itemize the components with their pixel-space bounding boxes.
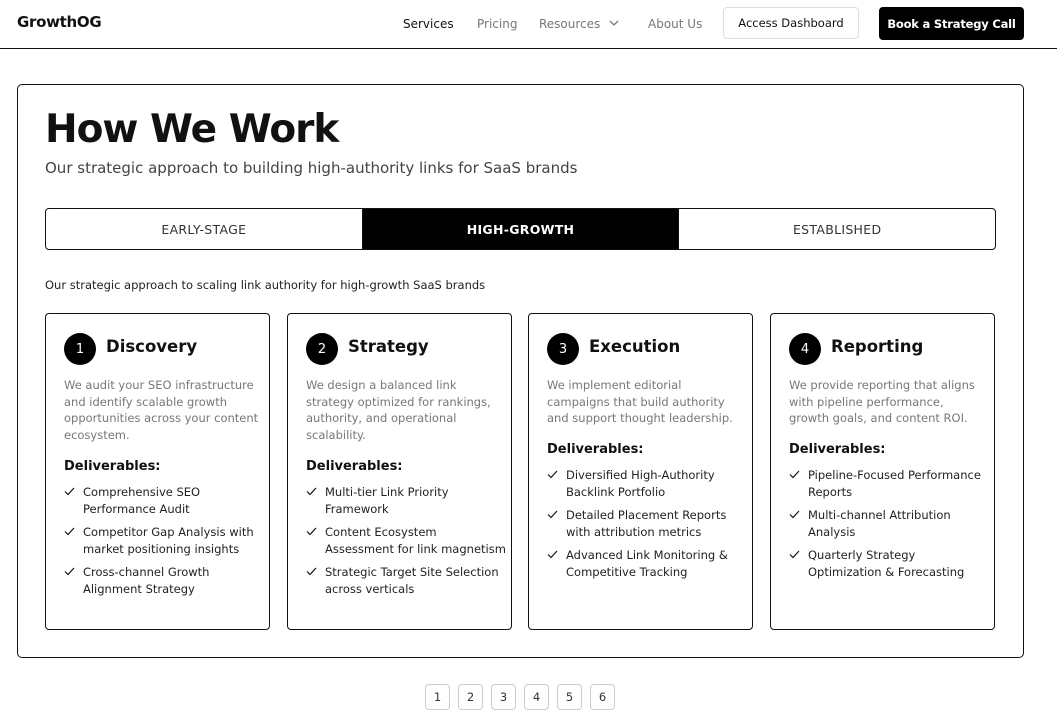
- deliverable-item: Strategic Target Site Selection across v…: [306, 564, 506, 597]
- step-title: Discovery: [106, 337, 198, 356]
- step-title: Reporting: [831, 337, 924, 356]
- deliverable-item: Diversified High-Authority Backlink Port…: [547, 467, 747, 500]
- step-number: 2: [306, 333, 338, 365]
- deliverables-list: Pipeline-Focused Performance Reports Mul…: [789, 467, 989, 587]
- nav-pricing[interactable]: Pricing: [477, 17, 517, 31]
- deliverables-label: Deliverables:: [789, 442, 886, 457]
- deliverables-list: Diversified High-Authority Backlink Port…: [547, 467, 747, 587]
- step-description: We audit your SEO infrastructure and ide…: [64, 378, 259, 442]
- deliverables-label: Deliverables:: [306, 459, 403, 474]
- step-number: 4: [789, 333, 821, 365]
- checkmark-icon: [306, 567, 317, 576]
- tab-description: Our strategic approach to scaling link a…: [45, 278, 486, 292]
- deliverable-item: Competitor Gap Analysis with market posi…: [64, 524, 264, 557]
- step-number: 3: [547, 333, 579, 365]
- deliverable-item: Advanced Link Monitoring & Competitive T…: [547, 547, 747, 580]
- deliverable-item: Content Ecosystem Assessment for link ma…: [306, 524, 506, 557]
- tab-early-stage[interactable]: EARLY-STAGE: [46, 209, 362, 249]
- deliverable-text: Comprehensive SEO Performance Audit: [83, 485, 201, 516]
- tab-established[interactable]: ESTABLISHED: [678, 209, 995, 249]
- top-nav: GrowthOG Services Pricing Resources Abou…: [0, 0, 1057, 49]
- checkmark-icon: [64, 487, 75, 496]
- deliverable-text: Multi-tier Link Priority Framework: [325, 485, 449, 516]
- deliverable-text: Quarterly Strategy Optimization & Foreca…: [808, 548, 965, 579]
- checkmark-icon: [789, 470, 800, 479]
- access-dashboard-button[interactable]: Access Dashboard: [723, 7, 859, 39]
- deliverable-text: Strategic Target Site Selection across v…: [325, 565, 499, 596]
- step-card-strategy: 2 Strategy We design a balanced link str…: [287, 313, 512, 630]
- deliverable-text: Detailed Placement Reports with attribut…: [566, 508, 727, 539]
- checkmark-icon: [64, 567, 75, 576]
- deliverable-text: Cross-channel Growth Alignment Strategy: [83, 565, 210, 596]
- deliverable-text: Competitor Gap Analysis with market posi…: [83, 525, 254, 556]
- deliverable-item: Detailed Placement Reports with attribut…: [547, 507, 747, 540]
- checkmark-icon: [547, 550, 558, 559]
- step-description: We design a balanced link strategy optim…: [306, 378, 491, 442]
- nav-resources[interactable]: Resources: [539, 17, 600, 31]
- step-card-execution: 3 Execution We implement editorial campa…: [528, 313, 753, 630]
- pagination: 1 2 3 4 5 6: [425, 684, 615, 710]
- deliverable-item: Quarterly Strategy Optimization & Foreca…: [789, 547, 989, 580]
- checkmark-icon: [64, 527, 75, 536]
- deliverable-text: Multi-channel Attribution Analysis: [808, 508, 951, 539]
- deliverables-list: Comprehensive SEO Performance Audit Comp…: [64, 484, 264, 604]
- checkmark-icon: [789, 550, 800, 559]
- step-description: We implement editorial campaigns that bu…: [547, 378, 733, 425]
- page-button-5[interactable]: 5: [557, 684, 582, 710]
- deliverables-list: Multi-tier Link Priority Framework Conte…: [306, 484, 506, 604]
- page-button-3[interactable]: 3: [491, 684, 516, 710]
- deliverables-label: Deliverables:: [64, 459, 161, 474]
- deliverable-item: Comprehensive SEO Performance Audit: [64, 484, 264, 517]
- checkmark-icon: [306, 487, 317, 496]
- step-title: Strategy: [348, 337, 429, 356]
- step-description: We provide reporting that aligns with pi…: [789, 378, 975, 425]
- page-button-4[interactable]: 4: [524, 684, 549, 710]
- page-button-6[interactable]: 6: [590, 684, 615, 710]
- checkmark-icon: [306, 527, 317, 536]
- page-button-1[interactable]: 1: [425, 684, 450, 710]
- tab-high-growth[interactable]: HIGH-GROWTH: [361, 209, 679, 249]
- section-title: How We Work: [45, 107, 339, 152]
- step-card-reporting: 4 Reporting We provide reporting that al…: [770, 313, 995, 630]
- deliverable-item: Multi-tier Link Priority Framework: [306, 484, 506, 517]
- step-number: 1: [64, 333, 96, 365]
- stage-tabs: EARLY-STAGE HIGH-GROWTH ESTABLISHED: [45, 208, 996, 250]
- nav-services[interactable]: Services: [403, 17, 454, 31]
- checkmark-icon: [547, 470, 558, 479]
- deliverable-text: Advanced Link Monitoring & Competitive T…: [566, 548, 728, 579]
- checkmark-icon: [547, 510, 558, 519]
- deliverable-item: Cross-channel Growth Alignment Strategy: [64, 564, 264, 597]
- book-strategy-call-button[interactable]: Book a Strategy Call: [879, 7, 1024, 40]
- logo[interactable]: GrowthOG: [17, 13, 102, 31]
- deliverable-text: Pipeline-Focused Performance Reports: [808, 468, 981, 499]
- nav-about-us[interactable]: About Us: [648, 17, 702, 31]
- step-title: Execution: [589, 337, 681, 356]
- deliverable-item: Pipeline-Focused Performance Reports: [789, 467, 989, 500]
- step-card-discovery: 1 Discovery We audit your SEO infrastruc…: [45, 313, 270, 630]
- section-subtitle: Our strategic approach to building high-…: [45, 159, 578, 177]
- deliverable-text: Diversified High-Authority Backlink Port…: [566, 468, 715, 499]
- chevron-down-icon[interactable]: [609, 17, 619, 29]
- checkmark-icon: [789, 510, 800, 519]
- deliverables-label: Deliverables:: [547, 442, 644, 457]
- deliverable-text: Content Ecosystem Assessment for link ma…: [325, 525, 506, 556]
- deliverable-item: Multi-channel Attribution Analysis: [789, 507, 989, 540]
- page-button-2[interactable]: 2: [458, 684, 483, 710]
